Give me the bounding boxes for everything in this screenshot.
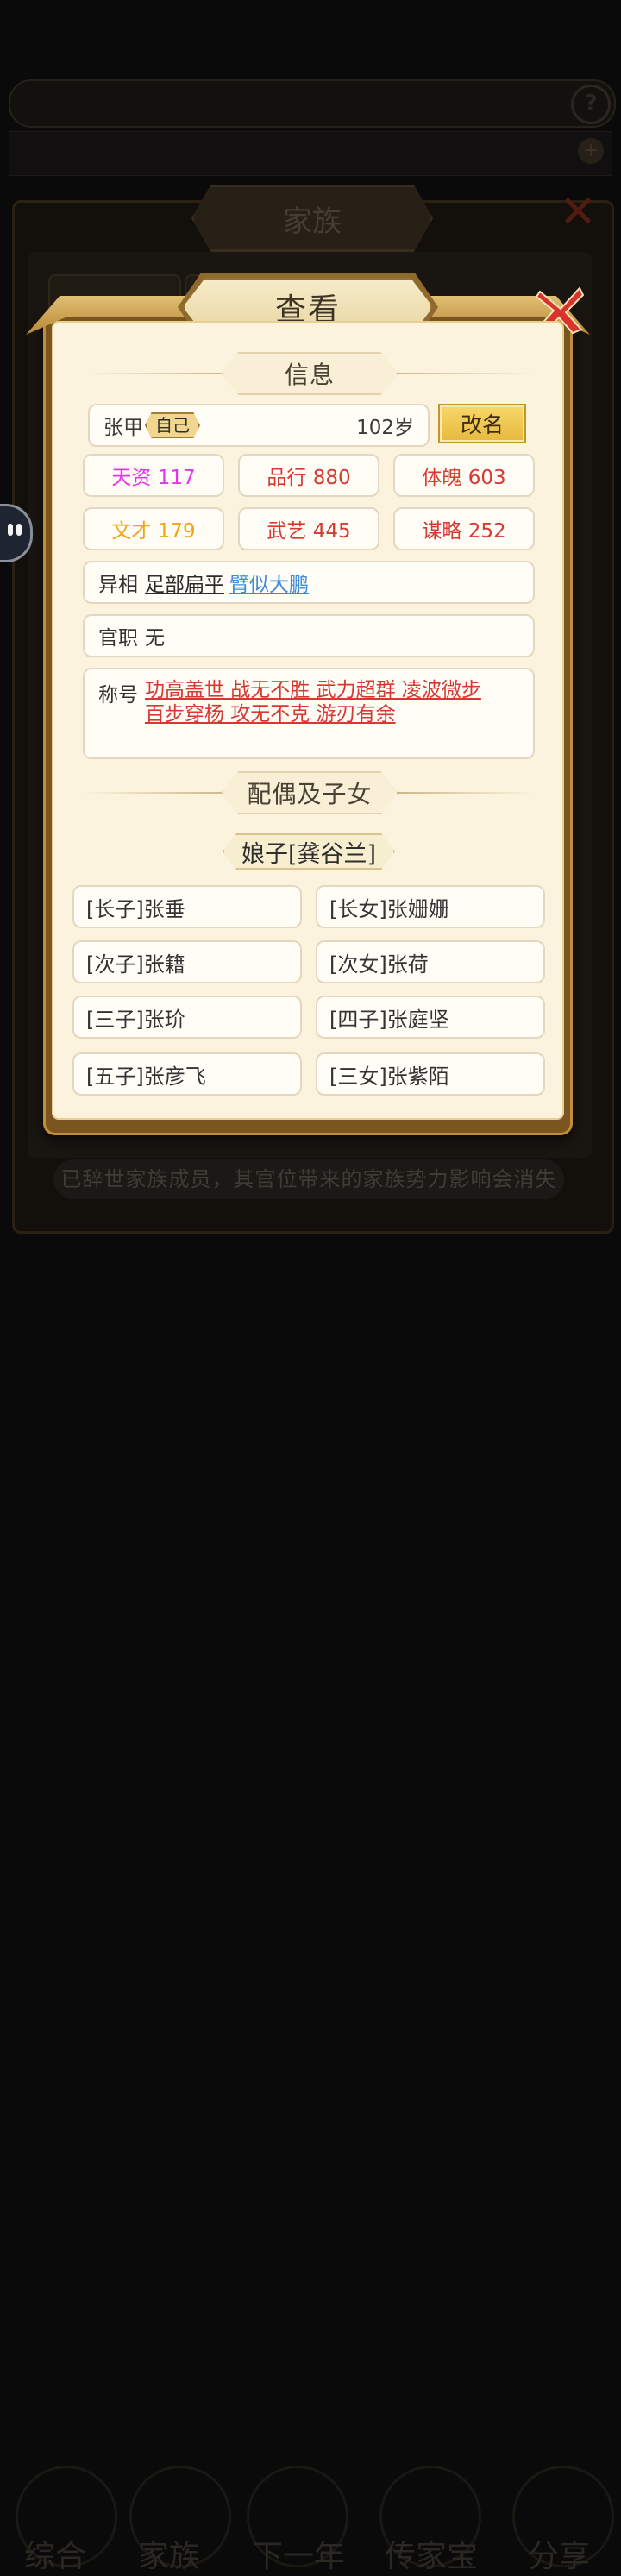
official-value: 无 xyxy=(145,627,165,650)
divider xyxy=(85,373,223,374)
bg-panel-title: 家族 xyxy=(191,185,433,252)
rename-button[interactable]: 改名 xyxy=(438,404,526,443)
bg-resource-bar-2 xyxy=(9,131,612,176)
titles-label: 称号 xyxy=(98,684,138,707)
info-header-label: 信息 xyxy=(284,361,335,389)
titles-row: 称号 功高盖世 战无不胜 武力超群 凌波微步 百步穿杨 攻无不克 游刃有余 xyxy=(83,668,535,759)
self-tag: 自己 xyxy=(145,412,200,438)
attribute-stat[interactable]: 谋略 252 xyxy=(393,507,535,550)
spouse-tag[interactable]: 娘子[龚谷兰] xyxy=(223,833,395,870)
titles-line[interactable]: 功高盖世 战无不胜 武力超群 凌波微步 xyxy=(145,679,481,701)
titles-values: 功高盖世 战无不胜 武力超群 凌波微步 百步穿杨 攻无不克 游刃有余 xyxy=(145,678,481,749)
child-button[interactable]: [四子]张庭坚 xyxy=(316,996,545,1039)
attribute-stat[interactable]: 文才 179 xyxy=(83,507,224,550)
official-row: 官职 无 xyxy=(83,614,535,657)
child-button[interactable]: [三子]张玠 xyxy=(72,996,302,1039)
yixiang-label: 异相 xyxy=(98,574,138,596)
divider xyxy=(85,792,223,794)
name-row: 张甲 自己 102岁 xyxy=(88,404,430,447)
modal-body: 信息 张甲 自己 102岁 改名 天资 117 品行 880 体魄 603 文才 17… xyxy=(52,321,564,1120)
info-section-header: 信息 xyxy=(85,352,535,395)
child-button[interactable]: [三女]张紫陌 xyxy=(316,1052,545,1096)
nav-label: 下一年 xyxy=(252,2539,346,2574)
child-button[interactable]: [次女]张荷 xyxy=(316,940,545,983)
yixiang-row: 异相 足部扁平 臂似大鹏 xyxy=(83,561,535,604)
bg-resource-bar xyxy=(9,79,616,128)
child-button[interactable]: [长子]张垂 xyxy=(72,885,302,928)
help-icon: ? xyxy=(571,85,611,124)
yixiang-trait-link[interactable]: 足部扁平 xyxy=(145,568,224,597)
nav-label: 分享 xyxy=(528,2539,591,2574)
attribute-stat[interactable]: 体魄 603 xyxy=(393,454,535,497)
divider xyxy=(397,373,535,374)
member-name: 张甲 xyxy=(104,417,143,439)
attribute-stat[interactable]: 天资 117 xyxy=(83,454,224,497)
child-button[interactable]: [次子]张籍 xyxy=(72,940,302,983)
attribute-stat[interactable]: 武艺 445 xyxy=(238,507,380,550)
nav-label: 家族 xyxy=(138,2539,201,2574)
divider xyxy=(397,792,535,794)
attribute-stat[interactable]: 品行 880 xyxy=(238,454,380,497)
plus-icon: + xyxy=(578,138,604,164)
bottom-nav: 综合 家族 下一年 传家宝 分享 xyxy=(0,1225,621,2574)
child-button[interactable]: [长女]张姗姗 xyxy=(316,885,545,928)
nav-label: 综合 xyxy=(24,2539,87,2574)
yixiang-trait-link[interactable]: 臂似大鹏 xyxy=(229,568,309,597)
official-label: 官职 xyxy=(98,627,138,650)
child-button[interactable]: [五子]张彦飞 xyxy=(72,1052,302,1096)
titles-line[interactable]: 百步穿杨 攻无不克 游刃有余 xyxy=(145,703,396,726)
bg-notice: 已辞世家族成员，其官位带来的家族势力影响会消失 xyxy=(53,1159,564,1199)
member-age: 102岁 xyxy=(356,417,414,439)
nav-label: 传家宝 xyxy=(385,2539,479,2574)
family-section-header: 配偶及子女 xyxy=(85,771,535,814)
bg-close-icon: ✕ xyxy=(559,186,597,238)
family-header-label: 配偶及子女 xyxy=(247,780,373,808)
